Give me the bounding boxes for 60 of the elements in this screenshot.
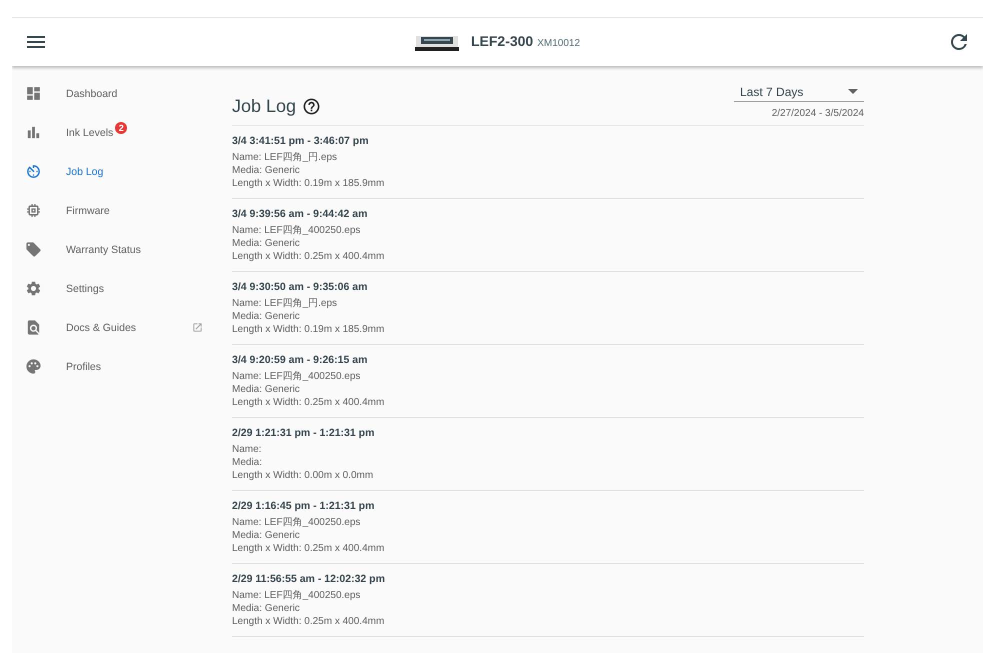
chip-icon	[25, 202, 42, 219]
tag-icon	[25, 241, 42, 258]
job-time: 2/29 11:56:55 am - 12:02:32 pm	[232, 573, 386, 585]
dashboard-icon	[25, 85, 42, 102]
date-range-text: 2/27/2024 - 3/5/2024	[772, 108, 864, 119]
sidebar-label: Firmware	[66, 204, 110, 216]
printer-icon	[414, 33, 459, 51]
job-name: Name:	[232, 443, 262, 456]
timer-icon	[25, 163, 42, 180]
sidebar-item[interactable]: Job Log	[12, 152, 217, 191]
sidebar-label: Warranty Status	[66, 244, 141, 256]
job-name: Name: LEF四角_円.eps	[232, 151, 338, 164]
sidebar-item[interactable]: Profiles	[12, 347, 217, 386]
job-size: Length x Width: 0.25m x 400.4mm	[232, 615, 386, 628]
bar-chart-icon	[25, 124, 42, 141]
job-media: Media: Generic	[232, 529, 301, 542]
settings-icon	[25, 280, 42, 297]
job-name: Name: LEF四角_400250.eps	[232, 516, 362, 529]
sidebar-label: Job Log	[66, 166, 104, 178]
palette-icon	[25, 358, 42, 375]
job-name: Name: LEF四角_400250.eps	[232, 224, 362, 237]
job-media: Media: Generic	[232, 237, 301, 250]
sidebar-item[interactable]: Dashboard	[12, 74, 217, 113]
job-size: Length x Width: 0.19m x 185.9mm	[232, 177, 386, 190]
date-range-dropdown[interactable]: Last 7 Days	[734, 82, 864, 102]
sidebar-label: Docs & Guides	[66, 322, 136, 334]
job-size: Length x Width: 0.00m x 0.0mm	[232, 469, 374, 482]
sidebar-item[interactable]: Docs & Guides	[12, 308, 217, 347]
sidebar-label: Dashboard	[66, 88, 118, 100]
sidebar-item[interactable]: Ink Levels 2	[12, 113, 217, 152]
job-time: 2/29 1:21:31 pm - 1:21:31 pm	[232, 427, 376, 439]
job-name: Name: LEF四角_円.eps	[232, 297, 338, 310]
job-time: 2/29 1:16:45 pm - 1:21:31 pm	[232, 500, 376, 512]
job-media: Media:	[232, 456, 264, 469]
sidebar-item[interactable]: Firmware	[12, 191, 217, 230]
job-time: 3/4 3:41:51 pm - 3:46:07 pm	[232, 135, 370, 147]
document-search-icon	[25, 319, 42, 336]
job-name: Name: LEF四角_400250.eps	[232, 589, 362, 602]
sidebar-label: Settings	[66, 282, 104, 294]
page-title: Job Log	[232, 96, 296, 117]
job-time: 3/4 9:30:50 am - 9:35:06 am	[232, 281, 368, 293]
job-size: Length x Width: 0.19m x 185.9mm	[232, 323, 386, 336]
job-time: 3/4 9:20:59 am - 9:26:15 am	[232, 354, 368, 366]
sidebar-label: Profiles	[66, 360, 102, 372]
job-size: Length x Width: 0.25m x 400.4mm	[232, 396, 386, 409]
help-icon[interactable]	[302, 97, 322, 116]
job-media: Media: Generic	[232, 383, 301, 396]
job-time: 3/4 9:39:56 am - 9:44:42 am	[232, 208, 368, 220]
job-size: Length x Width: 0.25m x 400.4mm	[232, 542, 386, 555]
job-name: Name: LEF四角_400250.eps	[232, 370, 362, 383]
job-media: Media: Generic	[232, 602, 301, 615]
count-badge: 2	[115, 122, 128, 134]
sidebar-label: Ink Levels	[66, 126, 114, 138]
job-media: Media: Generic	[232, 164, 301, 177]
printer-model: LEF2-300 XM10012	[470, 33, 580, 51]
job-size: Length x Width: 0.25m x 400.4mm	[232, 250, 386, 263]
sidebar-item[interactable]: Warranty Status	[12, 230, 217, 269]
sidebar-item[interactable]: Settings	[12, 269, 217, 308]
job-media: Media: Generic	[232, 310, 301, 323]
caret-icon	[848, 89, 858, 94]
